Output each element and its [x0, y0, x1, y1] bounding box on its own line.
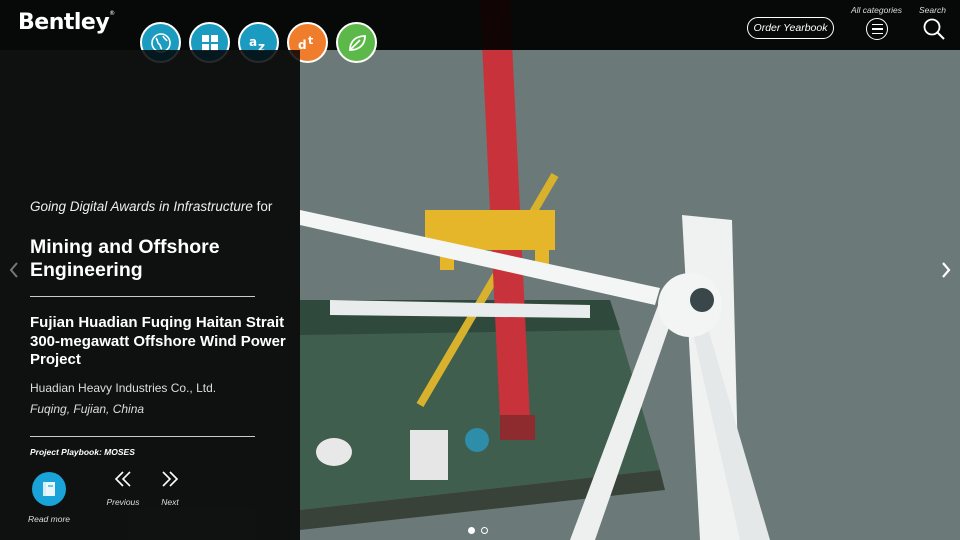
organization: Huadian Heavy Industries Co., Ltd.	[30, 381, 217, 395]
divider	[30, 436, 255, 437]
chevron-right-icon[interactable]	[938, 260, 954, 280]
info-panel: Going Digital Awards in Infrastructure f…	[0, 50, 300, 540]
award-line: Going Digital Awards in Infrastructure f…	[30, 198, 280, 216]
double-chevron-left-icon	[114, 471, 131, 487]
all-categories-label: All categories	[851, 5, 903, 15]
all-categories-button[interactable]	[866, 18, 888, 40]
svg-text:t: t	[308, 34, 313, 47]
project-playbook: Project Playbook: MOSES	[30, 447, 135, 457]
logo-text: Bentley	[18, 10, 110, 35]
book-icon	[32, 472, 66, 506]
award-for: for	[256, 199, 273, 214]
double-chevron-right-icon	[162, 471, 179, 487]
read-more-button[interactable]: Read more	[24, 472, 74, 524]
divider	[30, 296, 255, 297]
leaf-icon[interactable]	[336, 22, 377, 63]
previous-label: Previous	[106, 497, 140, 507]
order-yearbook-button[interactable]: Order Yearbook	[747, 17, 834, 39]
slide-dot-1[interactable]	[468, 527, 475, 534]
bentley-logo[interactable]: Bentley®	[18, 10, 115, 35]
slide-dot-2[interactable]	[481, 527, 488, 534]
award-name: Going Digital Awards in Infrastructure	[30, 199, 253, 214]
menu-icon-line	[871, 23, 883, 26]
chevron-left-icon[interactable]	[6, 260, 22, 280]
slide-pagination	[468, 527, 488, 534]
location: Fuqing, Fujian, China	[30, 402, 145, 416]
next-button[interactable]: Next	[150, 470, 190, 507]
read-more-label: Read more	[27, 514, 71, 524]
next-label: Next	[161, 497, 179, 507]
search-icon[interactable]	[922, 17, 946, 41]
previous-button[interactable]: Previous	[103, 470, 143, 507]
menu-icon-line	[871, 28, 883, 30]
menu-icon-line	[871, 32, 883, 35]
svg-text:a: a	[249, 35, 257, 49]
registered-mark: ®	[109, 10, 115, 17]
search-label: Search	[919, 5, 946, 15]
project-title: Fujian Huadian Fuqing Haitan Strait 300-…	[30, 314, 286, 368]
category-title: Mining and Offshore Engineering	[30, 236, 220, 281]
